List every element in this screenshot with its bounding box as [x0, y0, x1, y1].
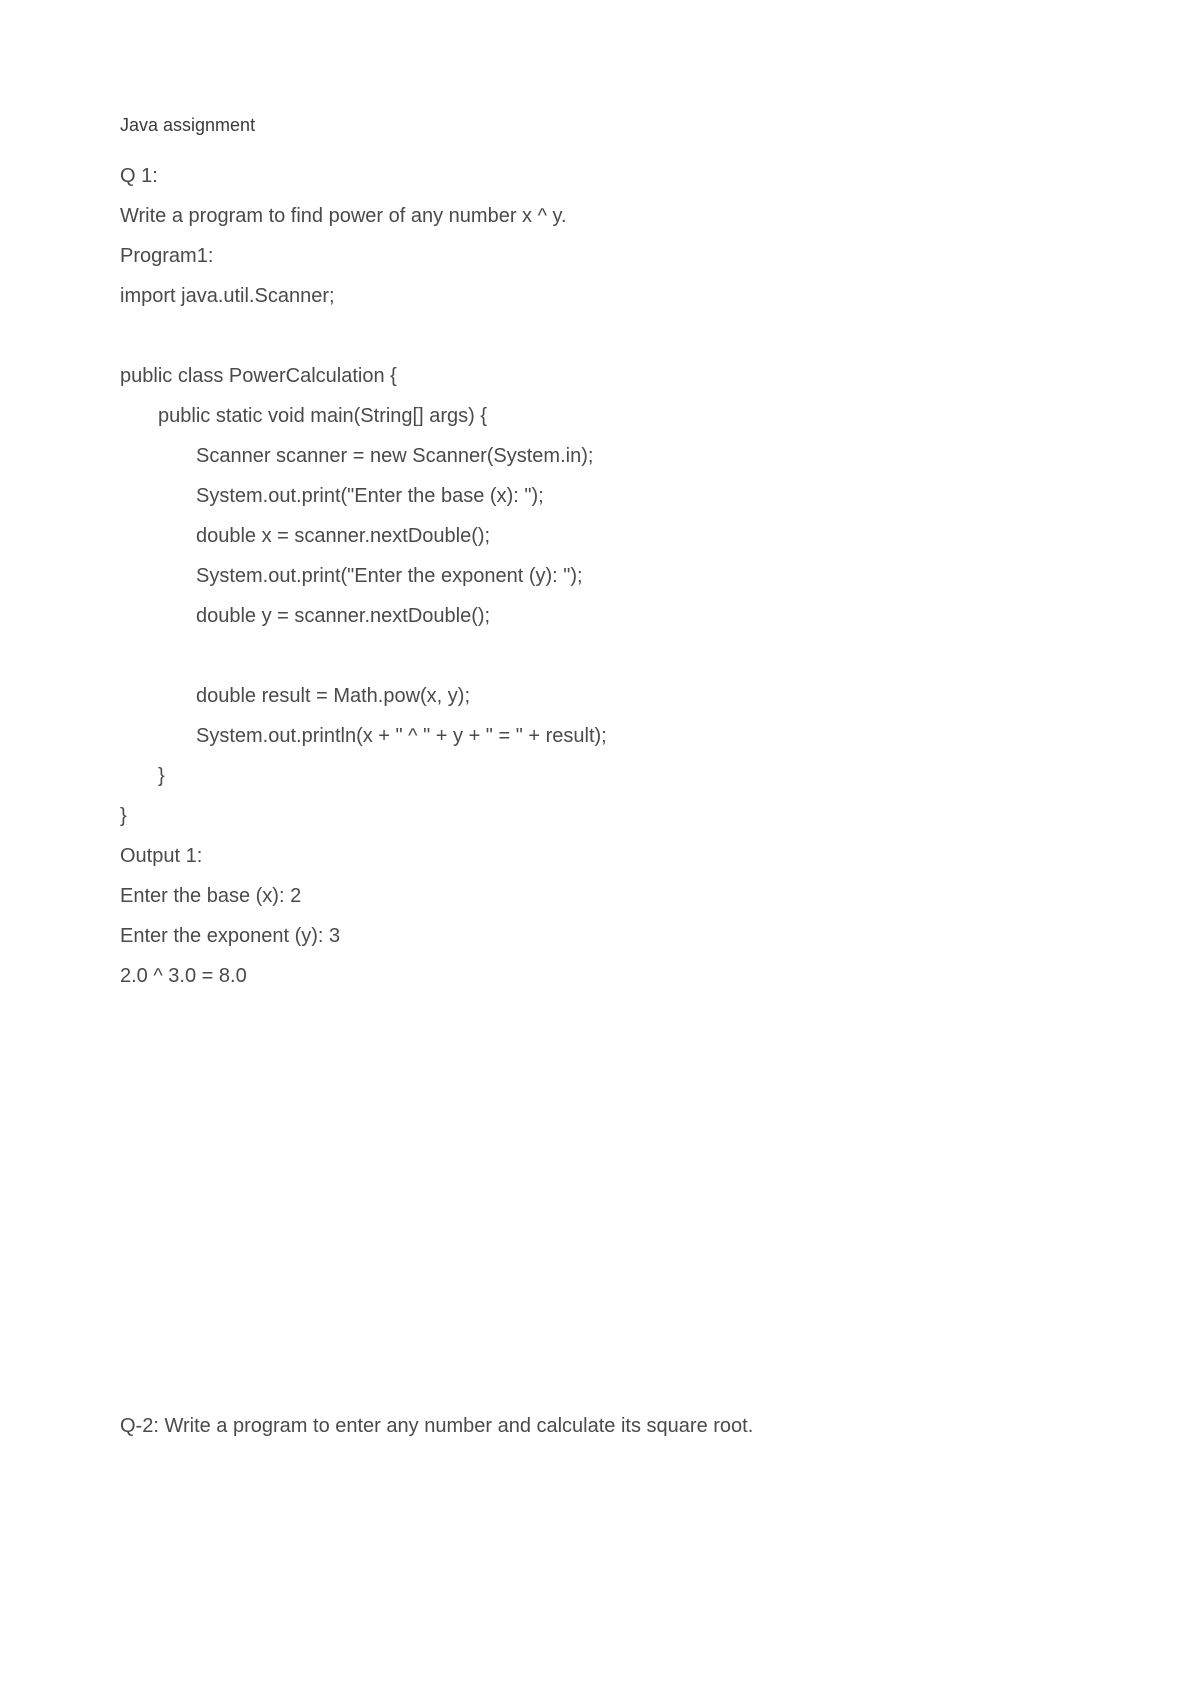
- code-read-y: double y = scanner.nextDouble();: [120, 596, 1080, 636]
- code-scanner: Scanner scanner = new Scanner(System.in)…: [120, 436, 1080, 476]
- question-1-description: Write a program to find power of any num…: [120, 196, 1080, 236]
- document-title: Java assignment: [120, 115, 1080, 136]
- output-line-3: 2.0 ^ 3.0 = 8.0: [120, 956, 1080, 996]
- output-label: Output 1:: [120, 836, 1080, 876]
- code-read-x: double x = scanner.nextDouble();: [120, 516, 1080, 556]
- output-line-1: Enter the base (x): 2: [120, 876, 1080, 916]
- question-2: Q-2: Write a program to enter any number…: [120, 1406, 1080, 1446]
- program-1-label: Program1:: [120, 236, 1080, 276]
- blank-line: [120, 636, 1080, 676]
- code-close-main: }: [120, 756, 1080, 796]
- page-gap: [120, 996, 1080, 1406]
- code-println: System.out.println(x + " ^ " + y + " = "…: [120, 716, 1080, 756]
- code-prompt-x: System.out.print("Enter the base (x): ")…: [120, 476, 1080, 516]
- code-main-decl: public static void main(String[] args) {: [120, 396, 1080, 436]
- code-class-decl: public class PowerCalculation {: [120, 356, 1080, 396]
- code-result: double result = Math.pow(x, y);: [120, 676, 1080, 716]
- code-close-class: }: [120, 796, 1080, 836]
- code-import: import java.util.Scanner;: [120, 276, 1080, 316]
- code-prompt-y: System.out.print("Enter the exponent (y)…: [120, 556, 1080, 596]
- blank-line: [120, 316, 1080, 356]
- output-line-2: Enter the exponent (y): 3: [120, 916, 1080, 956]
- question-1-label: Q 1:: [120, 156, 1080, 196]
